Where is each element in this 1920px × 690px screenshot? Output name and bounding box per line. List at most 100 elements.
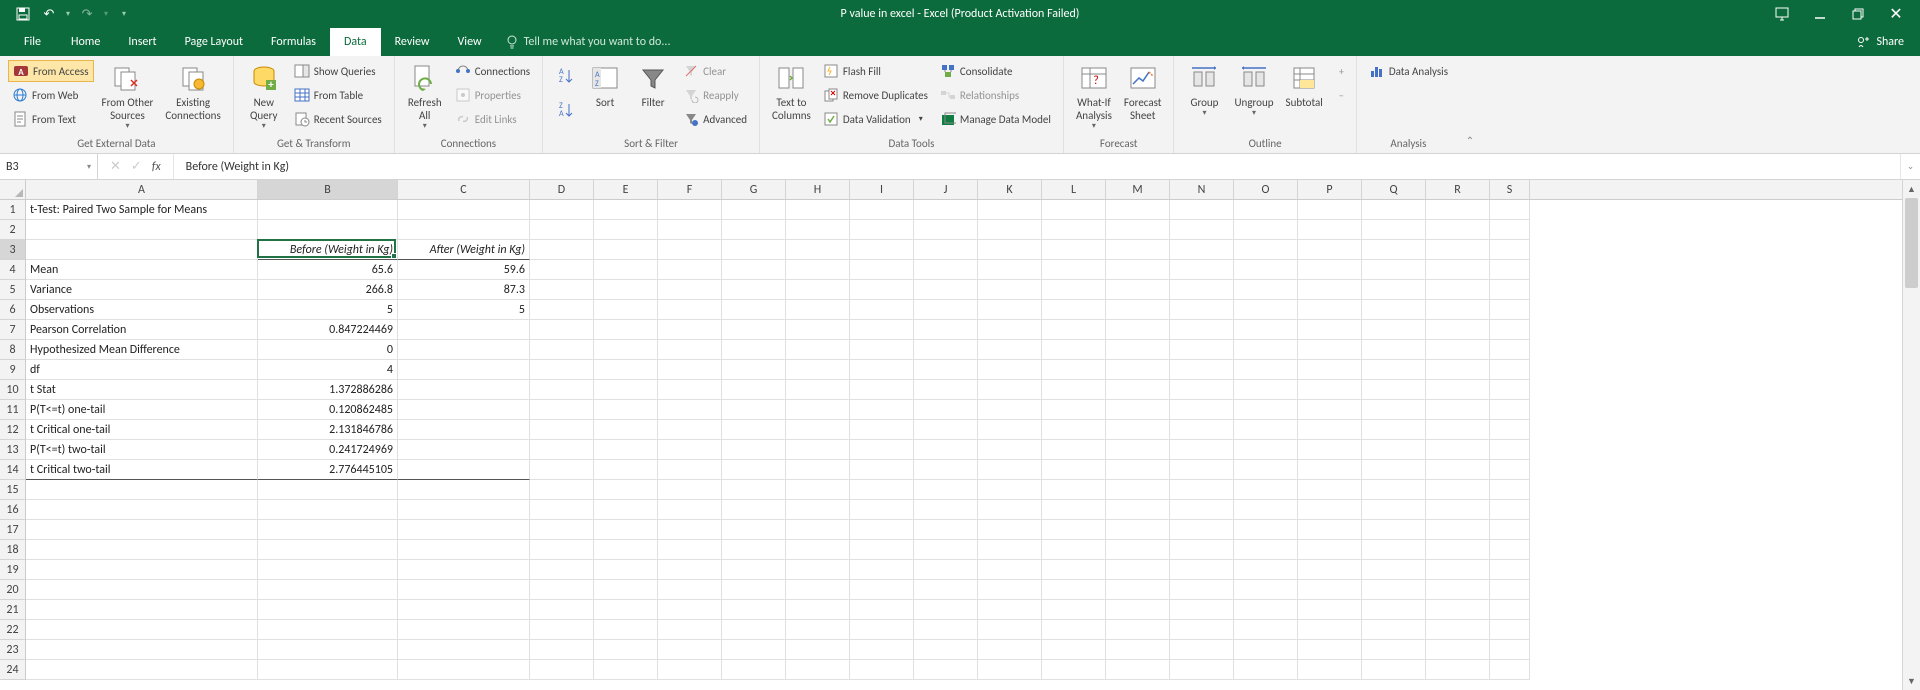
- cell-F2[interactable]: [658, 220, 722, 240]
- cell-S16[interactable]: [1490, 500, 1530, 520]
- cell-G19[interactable]: [722, 560, 786, 580]
- cell-R13[interactable]: [1426, 440, 1490, 460]
- cell-N8[interactable]: [1170, 340, 1234, 360]
- cell-F7[interactable]: [658, 320, 722, 340]
- filter-button[interactable]: Filter: [631, 60, 675, 111]
- cell-M21[interactable]: [1106, 600, 1170, 620]
- subtotal-button[interactable]: Subtotal: [1282, 60, 1327, 111]
- cell-G16[interactable]: [722, 500, 786, 520]
- cell-D12[interactable]: [530, 420, 594, 440]
- cell-A23[interactable]: [26, 640, 258, 660]
- column-header-K[interactable]: K: [978, 180, 1042, 199]
- cell-R1[interactable]: [1426, 200, 1490, 220]
- cell-B13[interactable]: 0.241724969: [258, 440, 398, 460]
- cell-K16[interactable]: [978, 500, 1042, 520]
- cell-N9[interactable]: [1170, 360, 1234, 380]
- cell-P3[interactable]: [1298, 240, 1362, 260]
- cell-E13[interactable]: [594, 440, 658, 460]
- column-header-H[interactable]: H: [786, 180, 850, 199]
- cell-R4[interactable]: [1426, 260, 1490, 280]
- cell-A11[interactable]: P(T<=t) one-tail: [26, 400, 258, 420]
- cell-K1[interactable]: [978, 200, 1042, 220]
- cell-F17[interactable]: [658, 520, 722, 540]
- cell-L12[interactable]: [1042, 420, 1106, 440]
- cell-P4[interactable]: [1298, 260, 1362, 280]
- cell-A18[interactable]: [26, 540, 258, 560]
- cell-S15[interactable]: [1490, 480, 1530, 500]
- cell-C11[interactable]: [398, 400, 530, 420]
- cell-M17[interactable]: [1106, 520, 1170, 540]
- cell-P1[interactable]: [1298, 200, 1362, 220]
- cell-K17[interactable]: [978, 520, 1042, 540]
- cell-I21[interactable]: [850, 600, 914, 620]
- cell-A17[interactable]: [26, 520, 258, 540]
- cell-J13[interactable]: [914, 440, 978, 460]
- cell-E17[interactable]: [594, 520, 658, 540]
- cell-G24[interactable]: [722, 660, 786, 680]
- cell-S13[interactable]: [1490, 440, 1530, 460]
- cell-D24[interactable]: [530, 660, 594, 680]
- cell-A15[interactable]: [26, 480, 258, 500]
- tab-page-layout[interactable]: Page Layout: [171, 28, 257, 56]
- cell-N16[interactable]: [1170, 500, 1234, 520]
- cell-H22[interactable]: [786, 620, 850, 640]
- cell-D23[interactable]: [530, 640, 594, 660]
- cell-L7[interactable]: [1042, 320, 1106, 340]
- cell-M16[interactable]: [1106, 500, 1170, 520]
- cell-K8[interactable]: [978, 340, 1042, 360]
- cell-Q10[interactable]: [1362, 380, 1426, 400]
- cell-D10[interactable]: [530, 380, 594, 400]
- cell-H13[interactable]: [786, 440, 850, 460]
- cell-N23[interactable]: [1170, 640, 1234, 660]
- cell-K12[interactable]: [978, 420, 1042, 440]
- cell-N13[interactable]: [1170, 440, 1234, 460]
- cell-F19[interactable]: [658, 560, 722, 580]
- cell-I12[interactable]: [850, 420, 914, 440]
- row-header-1[interactable]: 1: [0, 200, 26, 220]
- cell-P24[interactable]: [1298, 660, 1362, 680]
- cell-E22[interactable]: [594, 620, 658, 640]
- cell-K10[interactable]: [978, 380, 1042, 400]
- cell-G5[interactable]: [722, 280, 786, 300]
- row-header-13[interactable]: 13: [0, 440, 26, 460]
- cell-I17[interactable]: [850, 520, 914, 540]
- cell-C19[interactable]: [398, 560, 530, 580]
- cell-Q7[interactable]: [1362, 320, 1426, 340]
- cell-R24[interactable]: [1426, 660, 1490, 680]
- cell-E10[interactable]: [594, 380, 658, 400]
- new-query-button[interactable]: + New Query ▾: [242, 60, 286, 134]
- cell-G11[interactable]: [722, 400, 786, 420]
- cell-R5[interactable]: [1426, 280, 1490, 300]
- row-header-19[interactable]: 19: [0, 560, 26, 580]
- column-header-P[interactable]: P: [1298, 180, 1362, 199]
- cell-G1[interactable]: [722, 200, 786, 220]
- cell-J5[interactable]: [914, 280, 978, 300]
- scroll-down-button[interactable]: ▼: [1903, 672, 1920, 690]
- cell-R11[interactable]: [1426, 400, 1490, 420]
- recent-sources-button[interactable]: Recent Sources: [290, 108, 386, 130]
- cell-F22[interactable]: [658, 620, 722, 640]
- forecast-sheet-button[interactable]: Forecast Sheet: [1120, 60, 1166, 124]
- cell-O14[interactable]: [1234, 460, 1298, 480]
- cell-E15[interactable]: [594, 480, 658, 500]
- column-header-B[interactable]: B: [258, 180, 398, 199]
- cell-S5[interactable]: [1490, 280, 1530, 300]
- cell-J21[interactable]: [914, 600, 978, 620]
- cell-F21[interactable]: [658, 600, 722, 620]
- cell-C22[interactable]: [398, 620, 530, 640]
- cell-H23[interactable]: [786, 640, 850, 660]
- cell-S19[interactable]: [1490, 560, 1530, 580]
- cell-R2[interactable]: [1426, 220, 1490, 240]
- cell-E7[interactable]: [594, 320, 658, 340]
- cell-S24[interactable]: [1490, 660, 1530, 680]
- cell-I6[interactable]: [850, 300, 914, 320]
- cell-H7[interactable]: [786, 320, 850, 340]
- cancel-formula-button[interactable]: ✕: [110, 159, 121, 174]
- cell-H15[interactable]: [786, 480, 850, 500]
- cell-N11[interactable]: [1170, 400, 1234, 420]
- select-all-button[interactable]: [0, 180, 26, 199]
- column-header-R[interactable]: R: [1426, 180, 1490, 199]
- cell-L16[interactable]: [1042, 500, 1106, 520]
- cell-B23[interactable]: [258, 640, 398, 660]
- cell-R6[interactable]: [1426, 300, 1490, 320]
